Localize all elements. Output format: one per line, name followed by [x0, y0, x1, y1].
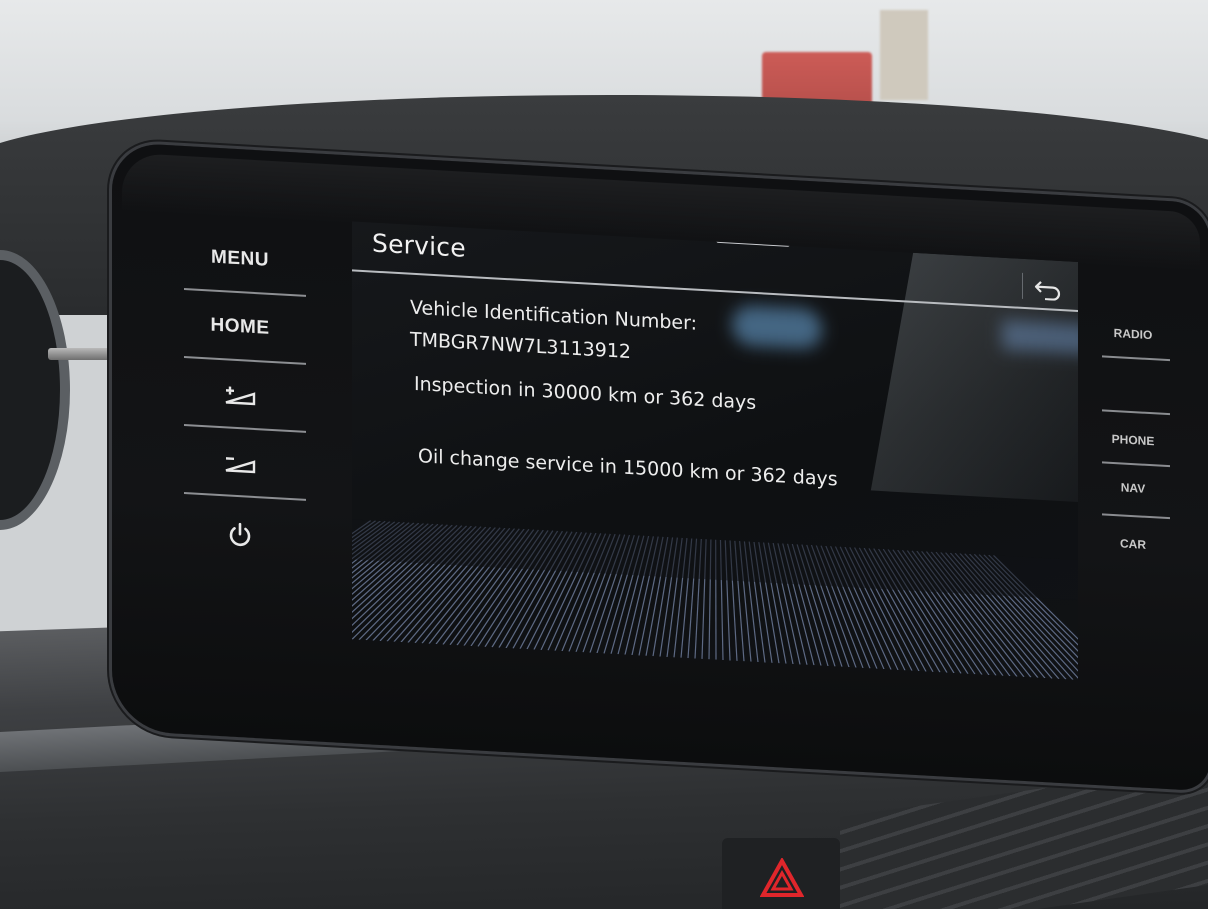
radio-button-label: RADIO [1113, 326, 1153, 343]
hardkey-divider [1102, 409, 1170, 416]
volume-up-icon [225, 386, 256, 406]
menu-button-label: MENU [211, 246, 269, 271]
volume-up-button[interactable] [180, 364, 300, 427]
screen-reflection [1002, 319, 1078, 355]
phone-button[interactable]: PHONE [1098, 419, 1168, 461]
radio-button[interactable]: RADIO [1098, 313, 1168, 355]
hazard-triangle-icon[interactable] [760, 858, 804, 898]
home-button[interactable]: HOME [180, 296, 300, 359]
infotainment-unit: MENU HOME RADIO PHONE NAV CAR Service Ve… [112, 142, 1208, 792]
nav-button-label: NAV [1120, 480, 1146, 496]
hardkey-divider [1102, 461, 1170, 468]
power-button[interactable] [180, 504, 300, 567]
menu-button[interactable]: MENU [180, 228, 300, 291]
car-button[interactable]: CAR [1098, 523, 1168, 565]
vin-label: Vehicle Identification Number: [410, 296, 697, 335]
volume-down-icon [225, 457, 256, 474]
back-button[interactable] [1024, 271, 1072, 308]
nav-button[interactable]: NAV [1098, 467, 1168, 509]
screen-reflection [732, 304, 822, 350]
phone-button-label: PHONE [1111, 431, 1155, 449]
power-icon [229, 522, 251, 547]
home-button-label: HOME [210, 314, 270, 339]
page-title: Service [372, 228, 466, 263]
touchscreen: Service Vehicle Identification Number: T… [352, 221, 1078, 681]
vin-value: TMBGR7NW7L3113912 [410, 328, 632, 364]
title-divider [1022, 272, 1023, 299]
oil-service-due-text: Oil change service in 15000 km or 362 da… [418, 445, 838, 491]
wiper-stalk [48, 348, 118, 360]
decorative-perspective-grid [352, 519, 1078, 681]
car-button-label: CAR [1120, 536, 1146, 552]
hardkey-divider [1102, 513, 1170, 520]
back-arrow-icon [1034, 281, 1061, 301]
hardkey-divider [1102, 355, 1170, 362]
volume-down-button[interactable] [180, 432, 300, 495]
workshop-box [880, 10, 928, 100]
inspection-due-text: Inspection in 30000 km or 362 days [414, 372, 757, 415]
